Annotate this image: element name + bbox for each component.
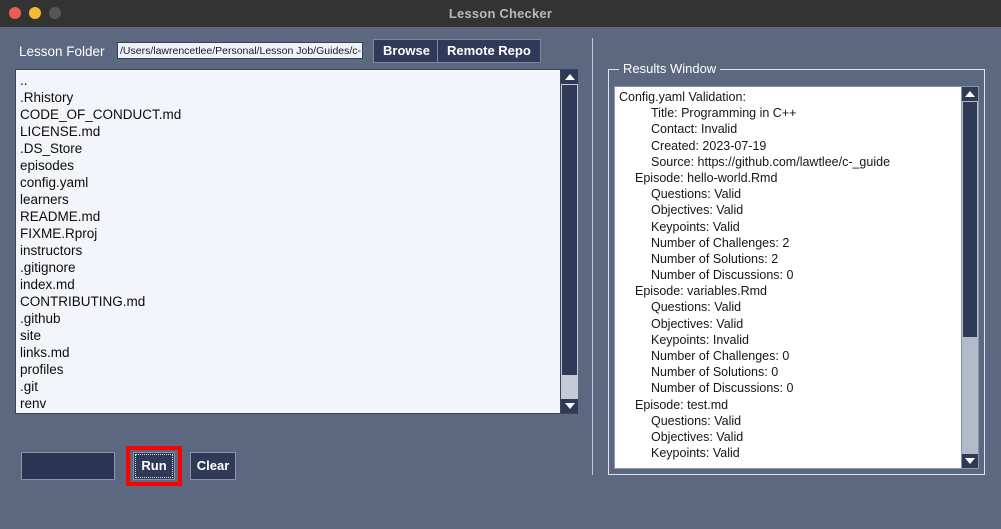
file-list[interactable]: .. .Rhistory CODE_OF_CONDUCT.md LICENSE.md.… xyxy=(16,70,559,413)
file-list-scroll-thumb[interactable] xyxy=(562,85,577,375)
triangle-down-icon xyxy=(564,403,575,409)
file-list-item[interactable]: .gitignore xyxy=(20,259,559,276)
results-line: Episode: hello-world.Rmd xyxy=(635,170,778,185)
file-list-panel: .. .Rhistory CODE_OF_CONDUCT.md LICENSE.md.… xyxy=(15,69,578,414)
file-list-item[interactable]: renv xyxy=(20,395,559,412)
results-line: Number of Challenges: 0 xyxy=(651,349,790,363)
results-line: Title: Programming in C++ xyxy=(651,106,797,121)
results-line: Keypoints: Valid xyxy=(651,446,740,461)
lesson-folder-label: Lesson Folder xyxy=(19,44,105,59)
results-line: Questions: Valid xyxy=(651,300,742,315)
results-line: Objectives: Valid xyxy=(651,429,744,444)
window-title: Lesson Checker xyxy=(448,6,553,21)
results-line: Episode: test.md xyxy=(635,397,729,412)
main-content: Lesson Folder /Users/lawrencetlee/Person… xyxy=(0,27,1001,529)
remote-repo-button[interactable]: Remote Repo xyxy=(437,39,541,63)
file-list-item[interactable]: .DS_Store xyxy=(20,140,559,157)
browse-button[interactable]: Browse xyxy=(373,39,440,63)
file-list-scrollbar[interactable] xyxy=(560,70,578,413)
results-line: Objectives: Valid xyxy=(651,203,744,218)
run-button[interactable]: Run xyxy=(133,452,175,480)
results-line: Config.yaml Validation: xyxy=(619,90,746,104)
title-bar: Lesson Checker xyxy=(0,0,1001,28)
file-list-scroll-up-button[interactable] xyxy=(561,70,578,84)
results-output-panel: Config.yaml Validation: Title: Programmin… xyxy=(614,86,979,469)
file-list-item[interactable]: learners xyxy=(20,191,559,208)
results-line: Number of Discussions: 0 xyxy=(651,381,794,396)
results-output-text[interactable]: Config.yaml Validation: Title: Programmin… xyxy=(615,87,960,468)
results-scroll-up-button[interactable] xyxy=(962,87,978,101)
file-list-item[interactable]: LICENSE.md xyxy=(20,123,559,140)
file-list-item[interactable]: .Rhistory xyxy=(20,89,559,106)
file-list-item[interactable]: links.md xyxy=(20,344,559,361)
file-list-item[interactable]: README.md xyxy=(20,208,559,225)
file-list-item[interactable]: instructors xyxy=(20,242,559,259)
results-line: Keypoints: Invalid xyxy=(651,332,749,347)
results-line: Objectives: Valid xyxy=(651,316,744,331)
file-list-item[interactable]: FIXME.Rproj xyxy=(20,225,559,242)
results-line: Contact: Invalid xyxy=(651,122,738,137)
triangle-up-icon xyxy=(564,74,575,80)
file-list-item[interactable]: .. xyxy=(20,72,559,89)
results-line: Number of Challenges: 2 xyxy=(651,235,790,250)
file-list-item[interactable]: CONTRIBUTING.md xyxy=(20,293,559,310)
file-list-item[interactable]: .github xyxy=(20,310,559,327)
file-list-item[interactable]: .git xyxy=(20,378,559,395)
file-list-item[interactable]: episodes xyxy=(20,157,559,174)
results-line: Number of Solutions: 2 xyxy=(651,251,779,266)
results-line: Source: https://github.com/lawtlee/c-_gu… xyxy=(651,154,891,169)
file-list-scroll-down-button[interactable] xyxy=(561,399,578,413)
clear-button[interactable]: Clear xyxy=(190,452,236,480)
triangle-down-icon xyxy=(965,458,975,464)
unlabeled-button[interactable] xyxy=(21,452,115,480)
file-list-item[interactable]: profiles xyxy=(20,361,559,378)
results-line: Number of Solutions: 0 xyxy=(651,365,779,380)
results-scroll-down-button[interactable] xyxy=(962,454,978,468)
lesson-folder-path-input[interactable]: /Users/lawrencetlee/Personal/Lesson Job/… xyxy=(117,42,363,59)
pane-divider xyxy=(592,38,593,475)
results-scroll-thumb[interactable] xyxy=(963,102,977,337)
file-list-item[interactable]: CODE_OF_CONDUCT.md xyxy=(20,106,559,123)
results-line: Keypoints: Valid xyxy=(651,219,740,234)
file-list-item[interactable]: site xyxy=(20,327,559,344)
results-window-label: Results Window xyxy=(619,61,721,76)
results-window-frame: Results Window Config.yaml Validation: Ti… xyxy=(608,61,985,475)
application-window: Lesson Checker Lesson Folder /Users/lawr… xyxy=(0,0,1001,529)
results-line: Questions: Valid xyxy=(651,413,742,428)
results-line: Questions: Valid xyxy=(651,187,742,202)
results-scrollbar[interactable] xyxy=(961,87,978,468)
file-list-item[interactable]: index.md xyxy=(20,276,559,293)
triangle-up-icon xyxy=(965,91,975,97)
results-line: Number of Discussions: 0 xyxy=(651,268,794,283)
results-line: Created: 2023-07-19 xyxy=(651,138,767,153)
results-line: Episode: variables.Rmd xyxy=(635,284,768,299)
file-list-item[interactable]: config.yaml xyxy=(20,174,559,191)
